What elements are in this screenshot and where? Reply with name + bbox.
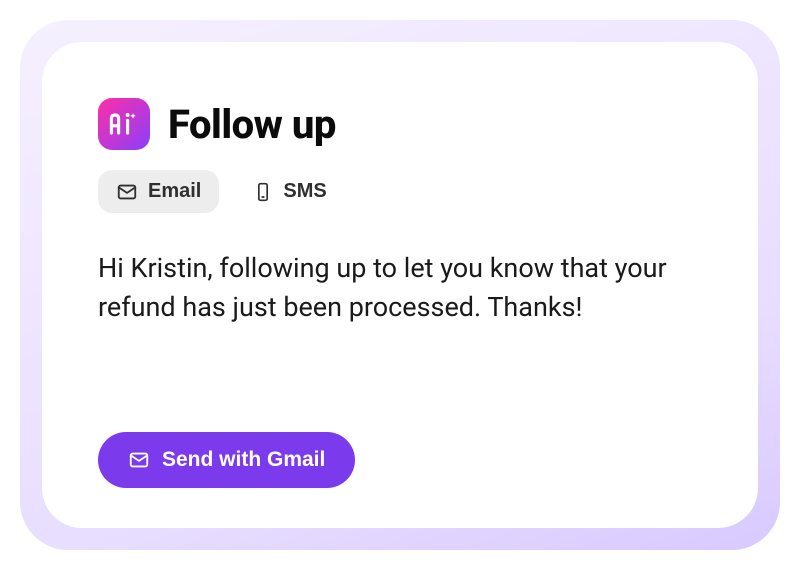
- follow-up-card: Follow up Email SMS: [42, 42, 758, 528]
- phone-icon: [253, 181, 273, 203]
- channel-tabs: Email SMS: [98, 170, 702, 213]
- send-button-label: Send with Gmail: [162, 448, 325, 472]
- outer-card: Follow up Email SMS: [20, 20, 780, 550]
- ai-badge-icon: [98, 98, 150, 150]
- message-body: Hi Kristin, following up to let you know…: [98, 249, 702, 412]
- tab-email-label: Email: [148, 180, 201, 203]
- send-with-gmail-button[interactable]: Send with Gmail: [98, 432, 355, 488]
- tab-sms[interactable]: SMS: [235, 170, 344, 213]
- tab-email[interactable]: Email: [98, 170, 219, 213]
- mail-icon: [128, 449, 150, 471]
- mail-icon: [116, 181, 138, 203]
- tab-sms-label: SMS: [283, 180, 326, 203]
- header: Follow up: [98, 98, 702, 150]
- page-title: Follow up: [168, 101, 336, 148]
